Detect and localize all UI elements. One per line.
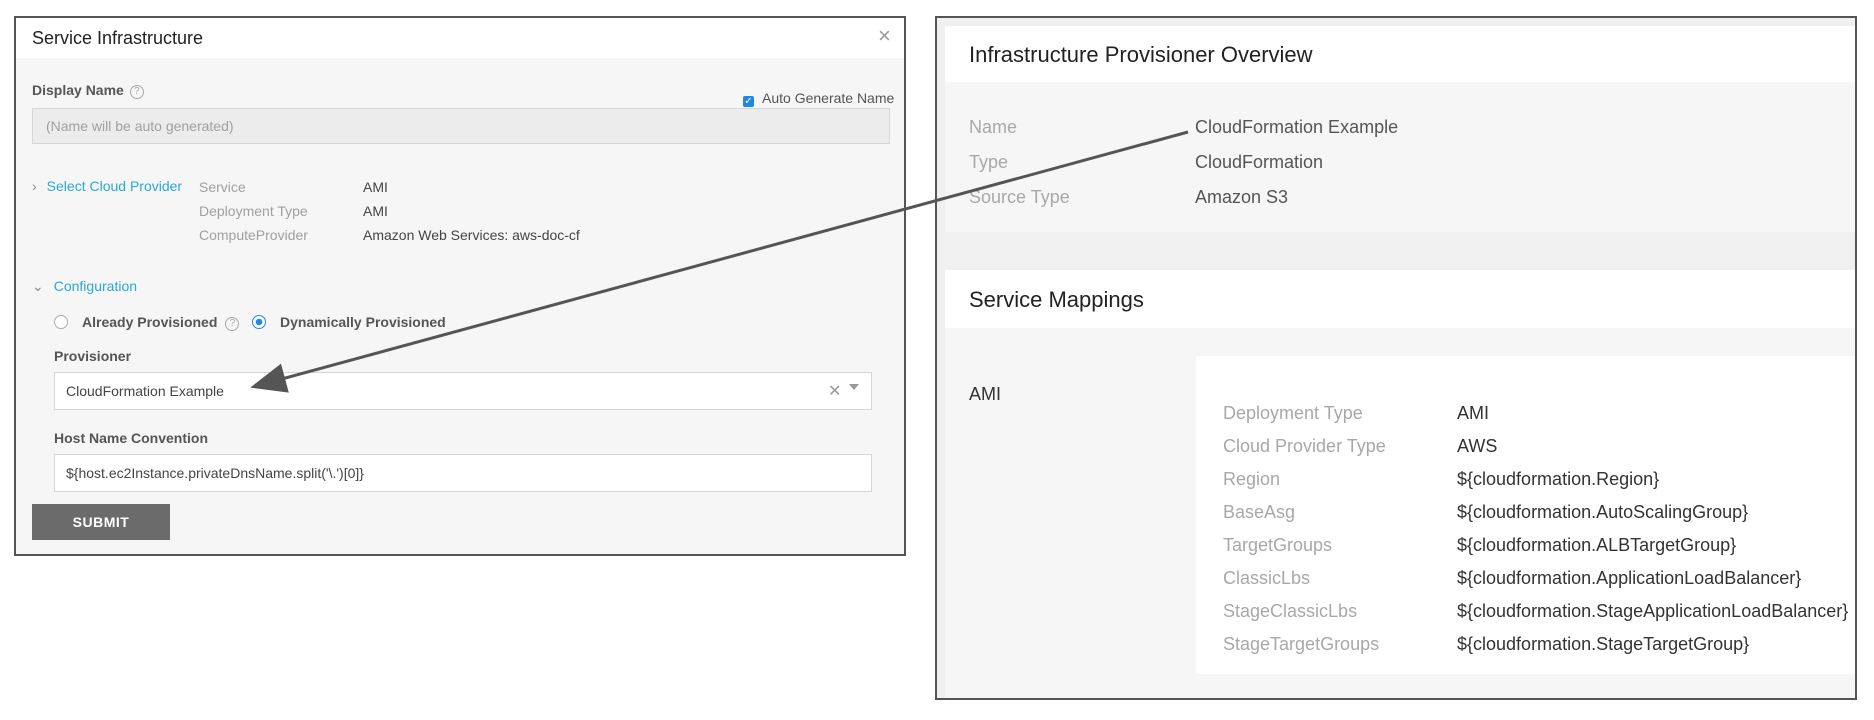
annotation-arrow <box>250 130 1189 393</box>
